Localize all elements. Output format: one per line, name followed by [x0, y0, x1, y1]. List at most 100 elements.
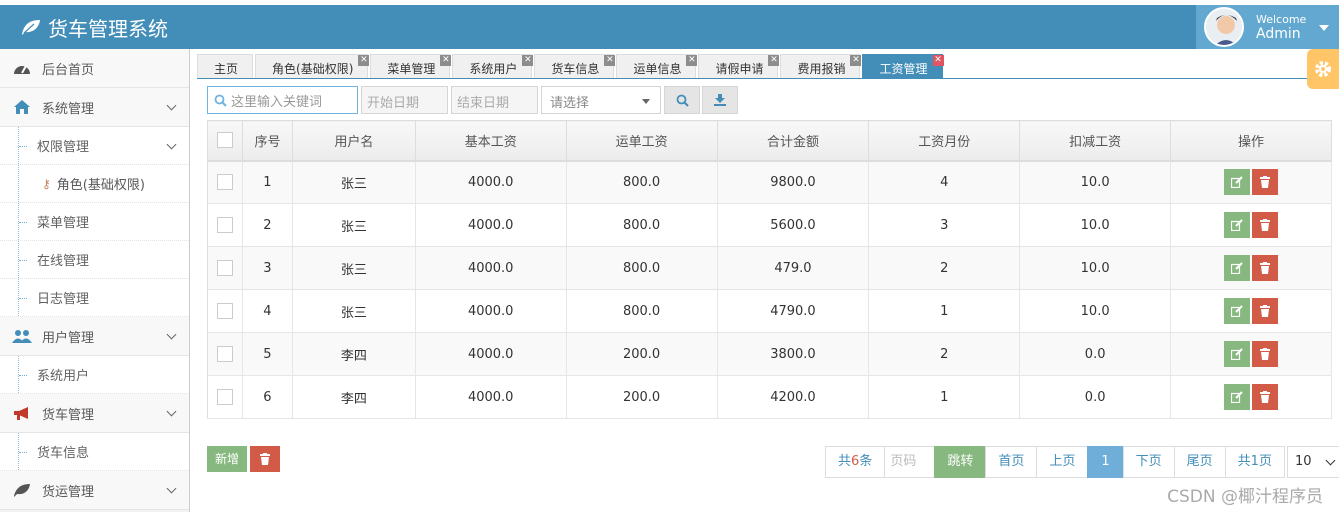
chevron-down-icon	[166, 483, 177, 494]
sidebar-item-sys-user[interactable]: 系统用户	[0, 356, 189, 394]
sidebar-item-system[interactable]: 系统管理	[0, 88, 189, 127]
table-row[interactable]: 5 李四 4000.0 200.0 3800.0 2 0.0	[207, 332, 1332, 376]
sidebar-item-freight[interactable]: 货运管理	[0, 471, 189, 510]
batch-delete-button[interactable]	[250, 446, 280, 472]
add-button[interactable]: 新增	[207, 446, 247, 472]
delete-button[interactable]	[1252, 255, 1279, 281]
close-icon[interactable]: ✕	[522, 55, 534, 66]
sidebar-item-truck-mgmt[interactable]: 货车管理	[0, 394, 189, 433]
close-icon[interactable]: ✕	[604, 55, 616, 66]
row-actions	[1170, 159, 1332, 204]
sidebar-item-online[interactable]: 在线管理	[0, 241, 189, 279]
column-header[interactable]: 序号	[241, 120, 293, 161]
tab-sys-user[interactable]: 系统用户 ✕	[452, 54, 534, 78]
close-icon[interactable]: ✕	[686, 55, 698, 66]
table-row[interactable]: 4 张三 4000.0 800.0 4790.0 1 10.0	[207, 289, 1332, 333]
close-icon[interactable]: ✕	[850, 55, 862, 66]
close-icon[interactable]: ✕	[932, 55, 944, 66]
select-all-checkbox[interactable]	[216, 132, 233, 149]
current-page[interactable]: 1	[1087, 446, 1123, 478]
row-checkbox[interactable]	[216, 217, 233, 233]
column-header[interactable]: 扣减工资	[1019, 120, 1172, 161]
tab-home[interactable]: 主页	[197, 54, 254, 78]
delete-button[interactable]	[1252, 298, 1279, 324]
tab-truck-info[interactable]: 货车信息 ✕	[534, 54, 616, 78]
jump-button[interactable]: 跳转	[934, 446, 986, 478]
row-checkbox[interactable]	[216, 303, 233, 319]
column-header[interactable]: 工资月份	[868, 120, 1021, 161]
close-icon[interactable]: ✕	[440, 55, 452, 66]
table-row[interactable]: 2 张三 4000.0 800.0 5600.0 3 10.0	[207, 203, 1332, 247]
search-input[interactable]: 这里输入关键词	[207, 86, 358, 114]
table-row[interactable]: 1 张三 4000.0 800.0 9800.0 4 10.0	[207, 159, 1332, 204]
table-cell: 800.0	[565, 289, 718, 333]
prev-page-button[interactable]: 上页	[1036, 446, 1088, 478]
sidebar-label: 货车管理	[42, 407, 95, 423]
sidebar-item-permission[interactable]: 权限管理	[0, 127, 189, 165]
search-button[interactable]	[664, 86, 700, 114]
welcome-label: Welcome	[1256, 13, 1307, 26]
tab-role[interactable]: 角色(基础权限) ✕	[255, 54, 370, 78]
column-header[interactable]: 合计金额	[716, 120, 870, 161]
last-page-button[interactable]: 尾页	[1173, 446, 1225, 478]
sidebar-item-truck-info[interactable]: 货车信息	[0, 433, 189, 471]
bullhorn-icon	[12, 403, 32, 423]
tab-expense[interactable]: 费用报销 ✕	[780, 54, 862, 78]
table-cell: 3	[868, 203, 1021, 247]
edit-button[interactable]	[1224, 212, 1251, 238]
user-menu[interactable]: Welcome Admin	[1196, 5, 1339, 49]
edit-button[interactable]	[1224, 341, 1251, 367]
table-row[interactable]: 6 李四 4000.0 200.0 4200.0 1 0.0	[207, 375, 1332, 419]
row-checkbox[interactable]	[216, 260, 233, 276]
edit-button[interactable]	[1224, 169, 1251, 196]
settings-button[interactable]	[1307, 49, 1339, 89]
row-checkbox[interactable]	[216, 174, 233, 191]
delete-button[interactable]	[1252, 169, 1279, 196]
tab-salary[interactable]: 工资管理 ✕	[862, 54, 944, 78]
tab-waybill[interactable]: 运单信息 ✕	[616, 54, 698, 78]
page-count: 共1页	[1224, 446, 1285, 478]
next-page-button[interactable]: 下页	[1122, 446, 1174, 478]
sidebar-item-home[interactable]: 后台首页	[0, 49, 189, 88]
sidebar-item-role[interactable]: ⚷ 角色(基础权限)	[0, 165, 189, 203]
trash-icon	[1260, 176, 1271, 189]
edit-button[interactable]	[1224, 384, 1251, 410]
sidebar-item-log[interactable]: 日志管理	[0, 279, 189, 317]
tab-label: 角色(基础权限)	[272, 62, 354, 76]
table-row[interactable]: 3 张三 4000.0 800.0 479.0 2 10.0	[207, 246, 1332, 290]
status-select[interactable]: 请选择	[541, 86, 661, 114]
tab-leave[interactable]: 请假申请 ✕	[698, 54, 780, 78]
start-date-input[interactable]: 开始日期	[361, 86, 448, 114]
edit-button[interactable]	[1224, 298, 1251, 324]
tab-underline	[197, 78, 1339, 79]
sidebar-item-menu[interactable]: 菜单管理	[0, 203, 189, 241]
total-suffix: 条	[859, 454, 873, 469]
delete-button[interactable]	[1252, 384, 1279, 410]
row-checkbox[interactable]	[216, 346, 233, 362]
edit-button[interactable]	[1224, 255, 1251, 281]
tab-menu[interactable]: 菜单管理 ✕	[370, 54, 452, 78]
page-input[interactable]: 页码	[884, 446, 935, 478]
total-prefix: 共	[838, 454, 852, 469]
delete-button[interactable]	[1252, 212, 1279, 238]
column-header[interactable]: 基本工资	[414, 120, 567, 161]
brand[interactable]: 货车管理系统	[20, 5, 168, 49]
row-select-cell	[207, 159, 243, 204]
export-button[interactable]	[702, 86, 738, 114]
sidebar-label: 权限管理	[37, 140, 90, 155]
table-cell: 3	[241, 246, 293, 290]
page-size-select[interactable]: 10	[1286, 446, 1339, 478]
close-icon[interactable]: ✕	[358, 55, 370, 66]
close-icon[interactable]: ✕	[768, 55, 780, 66]
row-checkbox[interactable]	[216, 389, 233, 405]
column-header[interactable]: 用户名	[291, 120, 416, 161]
table-cell: 4000.0	[414, 159, 567, 204]
column-header[interactable]: 运单工资	[565, 120, 718, 161]
sidebar: 后台首页 系统管理 权限管理 ⚷ 角色(基础权限) 菜单管理 在线管理 日志管理…	[0, 49, 190, 512]
end-date-input[interactable]: 结束日期	[451, 86, 538, 114]
delete-button[interactable]	[1252, 341, 1279, 367]
row-select-cell	[207, 203, 243, 247]
sidebar-item-user-mgmt[interactable]: 用户管理	[0, 317, 189, 356]
table-cell: 4000.0	[414, 246, 567, 290]
first-page-button[interactable]: 首页	[985, 446, 1037, 478]
